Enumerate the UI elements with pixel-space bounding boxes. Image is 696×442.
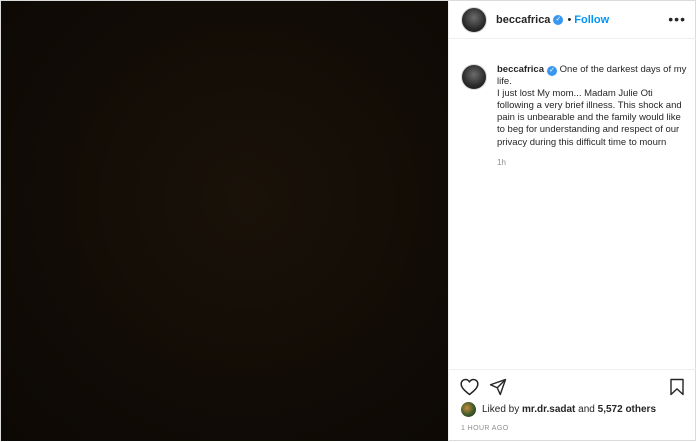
caption-username[interactable]: beccafrica <box>497 64 544 75</box>
action-bar <box>449 369 696 405</box>
caption-time: 1h <box>497 157 506 167</box>
avatar[interactable] <box>461 6 487 33</box>
caption-avatar[interactable] <box>461 64 487 90</box>
caption-row: beccafrica ✓ One of the darkest days of m… <box>461 64 691 167</box>
heart-outline-icon[interactable] <box>460 378 479 401</box>
caption-text: beccafrica ✓ One of the darkest days of m… <box>497 64 691 149</box>
username-link[interactable]: beccafrica <box>496 14 550 26</box>
liked-by-others-link[interactable]: 5,572 others <box>598 404 656 415</box>
comments-area: beccafrica ✓ One of the darkest days of m… <box>449 39 696 369</box>
liked-by-user-link[interactable]: mr.dr.sadat <box>522 404 575 415</box>
liked-by-joiner: and <box>578 404 595 415</box>
liker-avatar[interactable] <box>461 402 476 417</box>
more-horizontal-icon[interactable]: ••• <box>668 10 686 28</box>
post-header: beccafrica ✓ • Follow ••• <box>449 1 696 39</box>
liked-by-prefix: Liked by <box>482 404 520 415</box>
paper-plane-icon[interactable] <box>489 378 507 401</box>
separator-dot: • <box>567 13 572 26</box>
instagram-post: beccafrica ✓ • Follow ••• beccafrica ✓ On… <box>0 0 696 442</box>
verified-badge-icon: ✓ <box>547 66 558 76</box>
likes-summary: Liked by mr.dr.sadat and 5,572 others <box>461 402 656 417</box>
verified-badge-icon: ✓ <box>553 14 564 25</box>
post-side-panel: beccafrica ✓ • Follow ••• beccafrica ✓ On… <box>448 1 696 442</box>
post-image[interactable] <box>1 1 448 441</box>
bookmark-icon[interactable] <box>669 378 685 401</box>
post-timestamp[interactable]: 1 HOUR AGO <box>461 425 509 432</box>
caption-body: One of the darkest days of my life. I ju… <box>497 64 687 148</box>
follow-button[interactable]: Follow <box>574 14 609 26</box>
